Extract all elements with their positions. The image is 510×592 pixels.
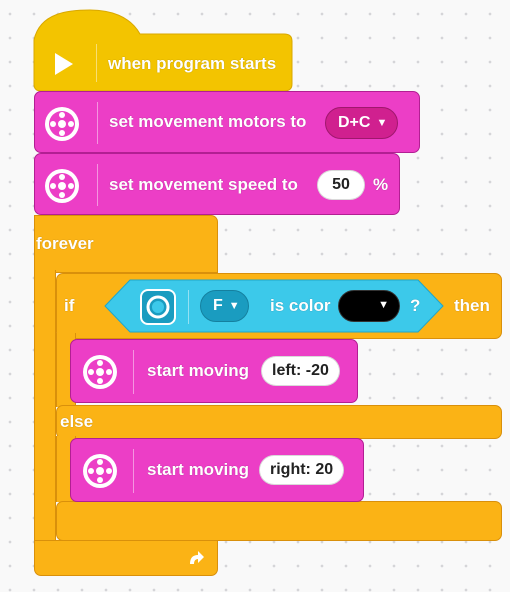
sensor-port-dropdown[interactable]: F ▼ [200,290,249,322]
motors-dropdown[interactable]: D+C ▼ [325,107,399,139]
speed-unit: % [373,175,389,194]
set-speed-label: set movement speed to [109,175,298,194]
motor-icon [45,169,79,203]
motor-icon [45,107,79,141]
chevron-down-icon: ▼ [228,300,240,312]
question-mark: ? [410,296,421,315]
motor-icon [83,454,117,488]
motor-icon [83,355,117,389]
color-value-dropdown[interactable]: ▼ [338,290,400,322]
color-sensor-icon [140,289,176,325]
set-motors-label: set movement motors to [109,112,307,131]
if-label: if [64,296,75,315]
set-movement-motors-block[interactable]: set movement motors to D+C ▼ [34,91,420,153]
start-moving-label: start moving [147,361,250,380]
steering-input[interactable]: right: 20 [259,455,345,485]
set-movement-speed-block[interactable]: set movement speed to 50 % [34,153,400,215]
chevron-down-icon: ▼ [378,299,389,311]
play-icon [55,53,73,75]
chevron-down-icon: ▼ [376,117,388,129]
forever-label: forever [36,234,94,253]
then-label: then [454,296,490,315]
else-label: else [60,412,94,431]
sensor-port-value: F [213,297,223,315]
program-canvas[interactable]: when program starts set movement motors … [0,0,510,592]
start-moving-label: start moving [147,460,250,479]
motors-value: D+C [338,114,371,132]
is-color-label: is color [270,296,331,315]
steering-input[interactable]: left: -20 [261,356,340,386]
start-block-label: when program starts [108,54,277,73]
speed-input[interactable]: 50 [317,170,365,200]
loop-arrow-icon [190,551,204,564]
